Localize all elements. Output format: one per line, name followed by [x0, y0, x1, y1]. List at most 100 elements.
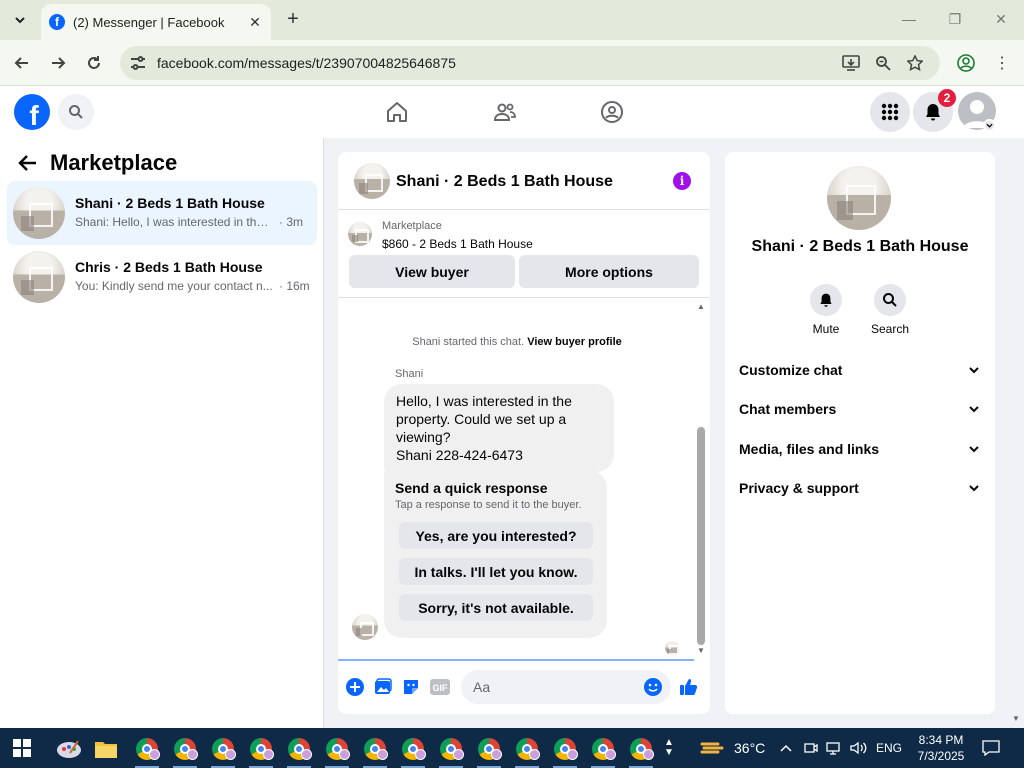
privacy-support-section[interactable]: Privacy & support — [739, 476, 981, 500]
scroll-down-icon[interactable]: ▼ — [697, 646, 705, 655]
chrome-app-icon[interactable] — [626, 734, 656, 768]
tab-search-dropdown[interactable] — [6, 6, 34, 34]
incoming-message-bubble: Hello, I was interested in the property.… — [384, 384, 614, 472]
install-app-icon[interactable] — [840, 52, 862, 74]
profile-icon[interactable] — [954, 51, 978, 75]
weather-widget[interactable]: 36°C — [700, 728, 765, 768]
chrome-app-icon[interactable] — [360, 734, 390, 768]
section-label: Media, files and links — [739, 441, 880, 457]
customize-chat-section[interactable]: Customize chat — [739, 358, 981, 382]
page-scroll-down-icon[interactable]: ▼ — [1012, 714, 1020, 723]
chrome-app-icon[interactable] — [588, 734, 618, 768]
chrome-app-icon[interactable] — [474, 734, 504, 768]
bell-icon — [926, 104, 940, 121]
conversation-preview: You: Kindly send me your contact n... — [75, 279, 273, 293]
windows-start-icon[interactable] — [8, 736, 36, 760]
chrome-app-icon[interactable] — [398, 734, 428, 768]
media-files-section[interactable]: Media, files and links — [739, 437, 981, 461]
view-buyer-profile-link[interactable]: View buyer profile — [527, 336, 622, 348]
quick-reply-button[interactable]: Sorry, it's not available. — [399, 594, 593, 621]
chrome-app-icon[interactable] — [246, 734, 276, 768]
bookmark-star-icon[interactable] — [904, 52, 926, 74]
menu-grid-button[interactable] — [870, 92, 910, 132]
scroll-up-icon[interactable]: ▲ — [697, 302, 705, 311]
back-icon[interactable] — [10, 51, 34, 75]
info-icon[interactable]: i — [673, 172, 691, 190]
sender-avatar — [352, 614, 378, 640]
listing-small-thumbnail — [348, 222, 372, 246]
more-options-button[interactable]: More options — [519, 255, 699, 288]
groups-nav-icon[interactable] — [598, 98, 626, 126]
friends-nav-icon[interactable] — [491, 98, 519, 126]
back-arrow-icon[interactable] — [16, 151, 40, 175]
site-info-icon[interactable] — [128, 53, 148, 73]
mute-button[interactable]: Mute — [796, 284, 856, 336]
conversation-item[interactable]: Shani · 2 Beds 1 Bath House Shani: Hello… — [7, 181, 317, 245]
forward-icon[interactable] — [46, 51, 70, 75]
chrome-app-icon[interactable] — [284, 734, 314, 768]
message-input[interactable]: Aa — [461, 670, 671, 704]
notification-center-icon[interactable] — [982, 728, 1000, 768]
restore-icon[interactable]: ❐ — [944, 8, 966, 30]
chevron-down-icon — [15, 17, 25, 24]
file-explorer-icon[interactable] — [91, 734, 121, 764]
listing-thumbnail — [13, 251, 65, 303]
chrome-app-icon[interactable] — [436, 734, 466, 768]
browser-menu-icon[interactable]: ⋮ — [990, 51, 1014, 75]
show-hidden-icons[interactable] — [780, 728, 792, 768]
chat-listing-thumbnail[interactable] — [354, 163, 390, 199]
view-buyer-button[interactable]: View buyer — [349, 255, 515, 288]
home-nav-icon[interactable] — [383, 98, 411, 126]
search-conversation-button[interactable]: Search — [860, 284, 920, 336]
facebook-favicon-icon: f — [49, 14, 65, 30]
new-tab-button[interactable]: + — [282, 8, 304, 30]
search-icon — [69, 105, 83, 119]
chrome-app-icon[interactable] — [170, 734, 200, 768]
chat-title[interactable]: Shani · 2 Beds 1 Bath House — [396, 173, 613, 191]
weather-icon — [700, 742, 724, 754]
chrome-app-icon[interactable] — [132, 734, 162, 768]
temperature: 36°C — [734, 740, 766, 756]
minimize-icon[interactable]: — — [898, 8, 920, 30]
close-window-icon[interactable]: ✕ — [990, 8, 1012, 30]
gif-icon[interactable]: GIF — [429, 676, 451, 698]
add-icon[interactable] — [344, 676, 366, 698]
message-scrollbar[interactable]: ▲ ▼ — [696, 302, 706, 655]
account-chevron-icon[interactable] — [983, 119, 996, 132]
quick-response-card: Send a quick response Tap a response to … — [384, 470, 607, 638]
volume-icon[interactable] — [850, 728, 868, 768]
facebook-logo-icon[interactable]: f — [14, 94, 50, 130]
paint-app-icon[interactable] — [54, 734, 84, 764]
listing-price[interactable]: $860 - 2 Beds 1 Bath House — [382, 237, 533, 251]
network-icon[interactable] — [826, 728, 842, 768]
address-bar[interactable]: facebook.com/messages/t/2390700482564687… — [120, 46, 940, 80]
conversation-name: Shani · 2 Beds 1 Bath House — [75, 195, 265, 211]
chrome-app-icon[interactable] — [512, 734, 542, 768]
sticker-icon[interactable] — [400, 676, 422, 698]
message-line: property. Could we set up a — [396, 411, 567, 427]
chrome-app-icon[interactable] — [550, 734, 580, 768]
reload-icon[interactable] — [82, 51, 106, 75]
chrome-app-icon[interactable] — [208, 734, 238, 768]
search-icon — [874, 284, 906, 316]
close-tab-icon[interactable]: ✕ — [245, 12, 265, 32]
zoom-icon[interactable] — [872, 52, 894, 74]
listing-thumbnail — [13, 187, 65, 239]
chat-members-section[interactable]: Chat members — [739, 397, 981, 421]
photo-icon[interactable] — [372, 676, 394, 698]
chrome-app-icon[interactable] — [322, 734, 352, 768]
details-listing-photo[interactable] — [827, 166, 891, 230]
input-language[interactable]: ENG — [876, 728, 902, 768]
taskbar-clock[interactable]: 8:34 PM 7/3/2025 — [905, 732, 977, 764]
emoji-icon[interactable] — [644, 678, 662, 696]
scrollbar-thumb[interactable] — [697, 427, 705, 645]
conversation-item[interactable]: Chris · 2 Beds 1 Bath House You: Kindly … — [7, 245, 317, 309]
meet-now-icon[interactable] — [804, 728, 818, 768]
quick-reply-button[interactable]: In talks. I'll let you know. — [399, 558, 593, 585]
taskbar-scroll-icon[interactable]: ▲ ▼ — [664, 728, 674, 768]
grid-menu-icon — [881, 103, 899, 121]
facebook-search-button[interactable] — [58, 94, 94, 130]
thumbs-up-icon[interactable] — [678, 676, 700, 698]
quick-reply-button[interactable]: Yes, are you interested? — [399, 522, 593, 549]
browser-tab[interactable]: f (2) Messenger | Facebook ✕ — [41, 4, 271, 40]
